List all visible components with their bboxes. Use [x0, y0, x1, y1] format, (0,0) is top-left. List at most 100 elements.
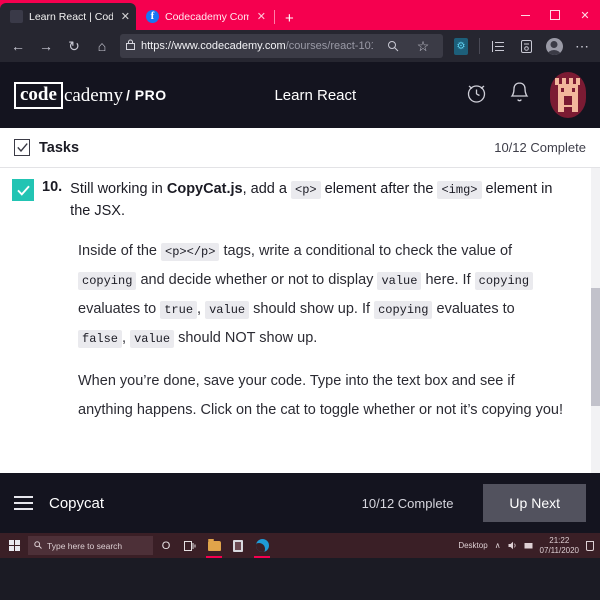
tab-title: Codecademy Community | Grou [165, 10, 249, 23]
clock-time: 21:22 [549, 536, 570, 546]
bell-icon[interactable] [509, 80, 530, 110]
project-title: Copycat [49, 494, 105, 512]
inline-code: value [205, 300, 250, 319]
lock-icon [126, 39, 135, 53]
tasks-label: Tasks [39, 139, 80, 156]
home-icon[interactable]: ⌂ [88, 33, 116, 59]
task-paragraph: Inside of the <p></p> tags, write a cond… [78, 237, 563, 353]
cortana-icon[interactable]: O [155, 533, 177, 558]
scrollbar-thumb[interactable] [591, 288, 600, 406]
address-bar[interactable]: https://www.codecademy.com/courses/react… [120, 34, 443, 58]
text-run: Still working in [70, 181, 167, 197]
text-run: , add a [242, 181, 291, 197]
task-checkbox-checked[interactable] [12, 179, 34, 201]
browser-title-bar: Learn React | Codecademy ✕ f Codecademy … [0, 0, 600, 30]
collections-icon[interactable] [484, 33, 512, 59]
microsoft-store-icon[interactable] [227, 533, 249, 558]
hamburger-menu-icon[interactable] [14, 496, 33, 510]
page-title: Learn React [274, 86, 357, 104]
tasks-progress: 10/12 Complete [494, 140, 586, 155]
file-explorer-icon[interactable] [203, 533, 225, 558]
url-scheme-host: https:// [141, 40, 175, 52]
inline-code: value [377, 271, 422, 290]
favorite-star-icon[interactable]: ☆ [409, 33, 437, 59]
avatar-face [558, 84, 578, 112]
codecademy-logo[interactable]: code cademy / PRO [14, 81, 167, 109]
windows-start-icon[interactable] [2, 533, 26, 558]
profile-avatar-icon[interactable] [540, 33, 568, 59]
inline-code: true [160, 300, 198, 319]
text-run: here. If [421, 271, 475, 288]
close-icon[interactable]: ✕ [119, 10, 130, 23]
search-placeholder: Type here to search [47, 540, 123, 551]
inline-code: false [78, 329, 123, 348]
avatar[interactable] [550, 72, 586, 118]
text-run: tags, write a conditional to check the v… [219, 242, 513, 259]
tab-title: Learn React | Codecademy [29, 10, 113, 23]
tasks-bar-left[interactable]: Tasks [14, 139, 79, 156]
text-run: , [122, 329, 131, 346]
task-content: 10. Still working in CopyCat.js, add a <… [0, 168, 591, 473]
checkbox-icon [14, 139, 30, 156]
microsoft-edge-icon[interactable] [251, 533, 273, 558]
browser-tab-inactive[interactable]: f Codecademy Community | Grou ✕ [136, 3, 272, 30]
task-number: 10. [42, 179, 63, 195]
text-run: should show up. If [249, 300, 375, 317]
facebook-icon: f [146, 10, 159, 23]
omnibox-icons: ☆ [379, 33, 437, 59]
tasks-bar: Tasks 10/12 Complete [0, 128, 600, 168]
text-run: evaluates to [78, 300, 161, 317]
forward-icon[interactable]: → [32, 33, 60, 59]
close-icon[interactable]: ✕ [255, 10, 266, 23]
inline-code: <img> [437, 181, 482, 199]
emphasis-text: CopyCat.js [166, 181, 243, 197]
browser-toolbar-icons: ⚙ ⋯ [447, 33, 596, 59]
text-run: element after the [320, 181, 438, 197]
tab-strip: Learn React | Codecademy ✕ f Codecademy … [0, 0, 510, 30]
wallet-icon[interactable] [512, 33, 540, 59]
refresh-icon[interactable]: ↻ [60, 33, 88, 59]
text-run: When you’re done, save your code. Type i… [78, 372, 563, 418]
search-icon[interactable] [379, 33, 407, 59]
bottom-progress: 10/12 Complete [361, 495, 454, 511]
desktop-label[interactable]: Desktop [458, 541, 487, 550]
logo-box-text: code [14, 81, 63, 109]
maximize-button[interactable] [540, 0, 570, 30]
inline-code: copying [474, 271, 534, 290]
extension-icon[interactable]: ⚙ [447, 33, 475, 59]
page-icon [10, 10, 23, 23]
tab-separator [274, 10, 275, 24]
text-run: and decide whether or not to display [136, 271, 378, 288]
text-run: Inside of the [78, 242, 162, 259]
task-content-panel: 10. Still working in CopyCat.js, add a <… [0, 168, 600, 473]
action-center-icon[interactable] [586, 540, 594, 551]
text-run: evaluates to [432, 300, 515, 317]
volume-icon[interactable] [508, 537, 517, 555]
browser-tab-active[interactable]: Learn React | Codecademy ✕ [0, 3, 136, 30]
taskbar-search-input[interactable]: Type here to search [28, 536, 153, 555]
task-body: Inside of the <p></p> tags, write a cond… [12, 237, 573, 425]
inline-code: copying [78, 271, 137, 290]
new-tab-button[interactable]: + [277, 11, 302, 30]
browser-settings-icon[interactable]: ⋯ [568, 33, 596, 59]
inline-code: <p></p> [161, 242, 220, 261]
content-scrollbar[interactable] [591, 168, 600, 473]
clock-date: 07/11/2020 [539, 545, 579, 555]
chevron-up-icon[interactable]: ∧ [495, 541, 501, 550]
project-bottom-bar: Copycat 10/12 Complete Up Next [0, 473, 600, 533]
text-run: should NOT show up. [174, 329, 318, 346]
text-run: , [197, 300, 206, 317]
network-icon[interactable] [524, 537, 533, 555]
windows-taskbar: Type here to search O Desktop ∧ 21:22 07… [0, 533, 600, 558]
taskbar-clock[interactable]: 21:22 07/11/2020 [540, 536, 579, 554]
system-tray: Desktop ∧ 21:22 07/11/2020 [458, 536, 598, 555]
close-window-button[interactable]: ✕ [570, 0, 600, 30]
back-icon[interactable]: ← [4, 33, 32, 59]
task-headline-row: 10. Still working in CopyCat.js, add a <… [12, 176, 573, 223]
task-headline: Still working in CopyCat.js, add a <p> e… [70, 176, 573, 223]
up-next-button[interactable]: Up Next [483, 484, 586, 522]
inline-code: value [130, 329, 175, 348]
task-view-icon[interactable] [179, 533, 201, 558]
minimize-button[interactable] [510, 0, 540, 30]
alarm-clock-icon[interactable] [464, 80, 489, 110]
